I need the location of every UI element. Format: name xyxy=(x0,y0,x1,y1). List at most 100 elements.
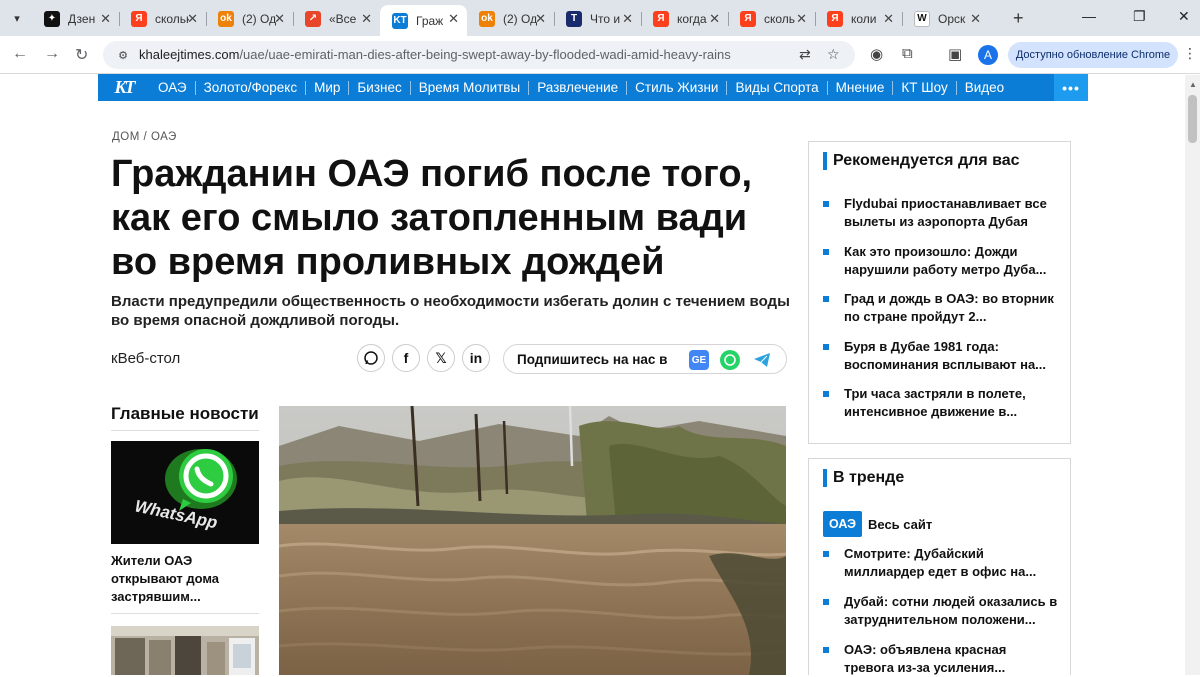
nav-item[interactable]: Мнение xyxy=(828,80,894,95)
follow-us-pill[interactable]: Подпишитесь на нас в GE xyxy=(503,344,787,374)
telegram-icon[interactable] xyxy=(752,350,772,370)
article-hero-image[interactable] xyxy=(279,406,786,675)
whatsapp-share-icon[interactable] xyxy=(357,344,385,372)
browser-tab[interactable]: ↗ «Все ✕ xyxy=(293,5,380,32)
browser-tab[interactable]: ok (2) Од ✕ xyxy=(206,5,293,32)
more-menu-icon[interactable]: ••• xyxy=(1054,74,1088,101)
close-tab-icon[interactable]: ✕ xyxy=(361,11,372,27)
breadcrumb-section-link[interactable]: ОАЭ xyxy=(151,131,177,143)
bullet-icon xyxy=(823,248,829,255)
sidebar-list-item[interactable]: Град и дождь в ОАЭ: во вторник по стране… xyxy=(823,290,1059,326)
sidebar-list-item[interactable]: Смотрите: Дубайский миллиардер едет в оф… xyxy=(823,545,1059,581)
tab-strip: ▾ ✦ Дзен ✕ Яскольк ✕ ok (2) Од ✕ ↗ «Все ✕ KT Граж ✕ ok… xyxy=(0,0,1200,36)
trending-all-site-link[interactable]: Весь сайт xyxy=(868,517,932,532)
nav-item[interactable]: Мир xyxy=(306,80,350,95)
top-news-heading: Главные новости xyxy=(111,404,259,423)
sidebar-list-item[interactable]: Дубай: сотни людей оказались в затруднит… xyxy=(823,593,1059,629)
tab-search-button[interactable]: ▾ xyxy=(6,8,28,28)
tab-title: (2) Од xyxy=(503,11,537,26)
browser-tab[interactable]: T Что и ✕ xyxy=(554,5,641,32)
close-tab-icon[interactable]: ✕ xyxy=(100,11,111,27)
close-tab-icon[interactable]: ✕ xyxy=(883,11,894,27)
linkedin-share-icon[interactable]: in xyxy=(462,344,490,372)
dzen-icon: ✦ xyxy=(44,10,60,27)
browser-tab[interactable]: Ясколь ✕ xyxy=(728,5,815,32)
browser-menu-icon[interactable]: ⋮ xyxy=(1183,45,1197,62)
minimize-icon[interactable]: — xyxy=(1082,8,1096,24)
sidebar-list-item[interactable]: Как это произошло: Дожди нарушили работу… xyxy=(823,243,1059,279)
nav-item[interactable]: Золото/Форекс xyxy=(196,80,307,95)
close-tab-icon[interactable]: ✕ xyxy=(274,11,285,27)
side-panel-icon[interactable]: ▣ xyxy=(948,45,962,63)
sidebar-list-item[interactable]: Flydubai приостанавливает все вылеты из … xyxy=(823,195,1059,231)
breadcrumb-home-link[interactable]: ДОМ xyxy=(112,131,140,143)
url-text[interactable]: khaleejtimes.com/uae/uae-emirati-man-die… xyxy=(139,47,731,62)
close-tab-icon[interactable]: ✕ xyxy=(709,11,720,27)
nav-item[interactable]: Время Молитвы xyxy=(411,80,530,95)
trending-uae-tag[interactable]: ОАЭ xyxy=(823,511,862,537)
reload-icon[interactable]: ↻ xyxy=(75,45,88,65)
browser-tab[interactable]: Яскольк ✕ xyxy=(119,5,206,32)
page-scrollbar[interactable] xyxy=(1185,75,1200,675)
browser-tab[interactable]: KT Граж ✕ xyxy=(380,5,467,36)
sidebar-list-item[interactable]: Три часа застряли в полете, интенсивное … xyxy=(823,385,1059,421)
extensions-puzzle-icon[interactable]: ⧉ xyxy=(902,45,913,62)
yandex-icon: Я xyxy=(740,10,756,27)
browser-tab[interactable]: W Орск ✕ xyxy=(902,5,989,32)
wikipedia-icon: W xyxy=(914,10,930,27)
sidebar-list-item[interactable]: ОАЭ: объявлена красная тревога из-за уси… xyxy=(823,641,1059,677)
follow-us-label: Подпишитесь на нас в xyxy=(517,351,668,367)
nav-item[interactable]: Видео xyxy=(957,80,1012,95)
nav-item[interactable]: Развлечение xyxy=(529,80,628,95)
close-tab-icon[interactable]: ✕ xyxy=(622,11,633,27)
nav-item[interactable]: ОАЭ xyxy=(150,80,196,95)
close-tab-icon[interactable]: ✕ xyxy=(970,11,981,27)
article-author[interactable]: кВеб-стол xyxy=(111,350,180,367)
news-thumbnail-whatsapp[interactable]: WhatsApp xyxy=(111,441,259,544)
facebook-share-icon[interactable]: f xyxy=(392,344,420,372)
close-tab-icon[interactable]: ✕ xyxy=(535,11,546,27)
ok-icon: ok xyxy=(218,10,234,27)
scrollbar-thumb[interactable] xyxy=(1188,95,1197,143)
khaleej-times-logo[interactable]: KT xyxy=(98,74,150,101)
news-thumbnail-interior[interactable] xyxy=(111,626,259,675)
close-window-icon[interactable]: ✕ xyxy=(1178,8,1190,25)
site-info-icon[interactable]: ⚙ xyxy=(115,47,131,63)
forward-icon[interactable]: → xyxy=(44,45,60,63)
translate-icon[interactable]: ⇄ xyxy=(799,46,811,63)
browser-tab[interactable]: Якогда ✕ xyxy=(641,5,728,32)
nav-item[interactable]: Бизнес xyxy=(349,80,411,95)
close-tab-icon[interactable]: ✕ xyxy=(187,11,198,27)
back-icon[interactable]: ← xyxy=(12,45,28,63)
bookmark-star-icon[interactable]: ☆ xyxy=(827,46,840,63)
news-item-caption[interactable]: Жители ОАЭ открывают дома застрявшим... xyxy=(111,552,259,606)
profile-avatar[interactable]: A xyxy=(978,45,998,65)
sidebar-list-item[interactable]: Буря в Дубае 1981 года: воспоминания всп… xyxy=(823,338,1059,374)
tab-title: «Все xyxy=(329,11,357,26)
restore-icon[interactable]: ❐ xyxy=(1133,8,1146,25)
x-share-icon[interactable]: 𝕏 xyxy=(427,344,455,372)
nav-item[interactable]: Виды Спорта xyxy=(727,80,828,95)
address-bar[interactable]: ⚙ khaleejtimes.com/uae/uae-emirati-man-d… xyxy=(103,41,855,69)
yandex-icon: Я xyxy=(131,10,147,27)
browser-tab[interactable]: Яколи ✕ xyxy=(815,5,902,32)
yandex-icon: Я xyxy=(827,10,843,27)
extension-icon[interactable]: ◉ xyxy=(870,45,883,63)
whatsapp-channel-icon[interactable] xyxy=(720,350,740,370)
scroll-up-arrow-icon[interactable]: ▲ xyxy=(1189,80,1197,89)
browser-tab[interactable]: ok (2) Од ✕ xyxy=(467,5,554,32)
new-tab-button[interactable]: + xyxy=(1013,8,1024,29)
chrome-update-button[interactable]: Доступно обновление Chrome xyxy=(1008,42,1178,68)
tab-title: скольк xyxy=(155,11,189,26)
google-news-icon[interactable]: GE xyxy=(689,350,709,370)
tab-title: коли xyxy=(851,11,877,26)
nav-item[interactable]: КТ Шоу xyxy=(893,80,957,95)
close-tab-icon[interactable]: ✕ xyxy=(796,11,807,27)
tab-title: Граж xyxy=(416,13,444,28)
news-icon: ↗ xyxy=(305,10,321,27)
tab-title: Орск xyxy=(938,11,966,26)
close-tab-icon[interactable]: ✕ xyxy=(448,11,459,27)
browser-tab[interactable]: ✦ Дзен ✕ xyxy=(32,5,119,32)
nav-item[interactable]: Стиль Жизни xyxy=(627,80,728,95)
sidebar-item-label: Смотрите: Дубайский миллиардер едет в оф… xyxy=(844,546,1037,579)
